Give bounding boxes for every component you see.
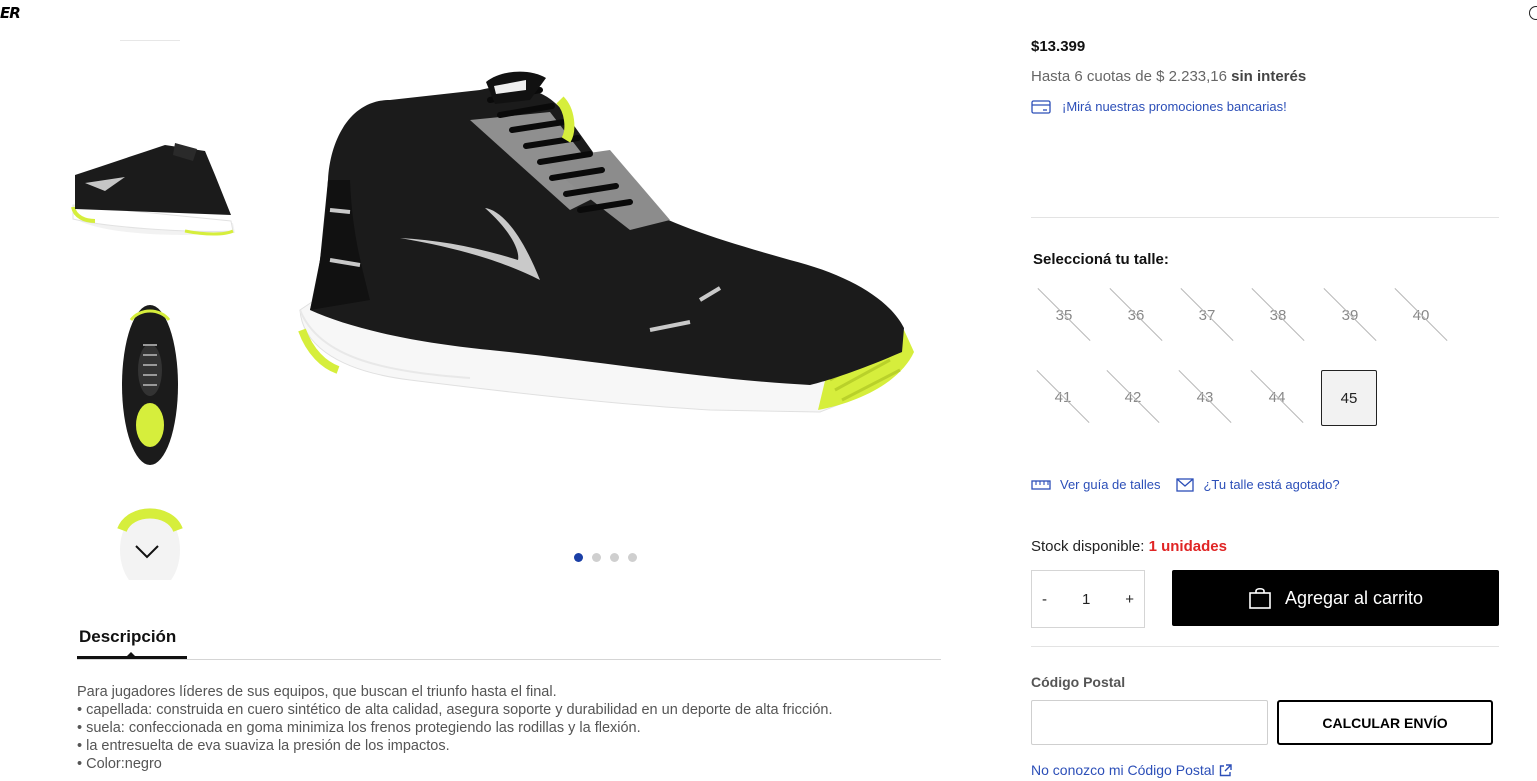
carousel-dots [574, 553, 637, 562]
thumb-side-view[interactable] [60, 130, 240, 250]
description-line: • capellada: construida en cuero sintéti… [77, 702, 833, 718]
divider [1031, 646, 1499, 647]
size-option-38[interactable]: 38 [1250, 287, 1306, 343]
size-option-35[interactable]: 35 [1036, 287, 1092, 343]
calculate-shipping-button[interactable]: CALCULAR ENVÍO [1277, 700, 1493, 745]
installments-text: Hasta 6 cuotas de $ 2.233,16 sin interés [1031, 68, 1306, 85]
add-to-cart-button[interactable]: Agregar al carrito [1172, 570, 1499, 626]
size-label: 45 [1340, 389, 1358, 407]
tab-divider [77, 659, 941, 660]
size-label: 36 [1127, 306, 1145, 324]
quantity-stepper: - 1 + [1031, 570, 1145, 628]
tab-description[interactable]: Descripción [79, 627, 176, 647]
size-option-36[interactable]: 36 [1108, 287, 1164, 343]
size-guide-label: Ver guía de talles [1060, 477, 1161, 492]
postal-code-input[interactable] [1031, 700, 1268, 745]
description-line: • la entresuelta de eva suaviza la presi… [77, 738, 450, 754]
size-help-links: Ver guía de talles ¿Tu talle está agotad… [1031, 477, 1340, 492]
size-label: 39 [1341, 306, 1359, 324]
description-line: Para jugadores líderes de sus equipos, q… [77, 684, 557, 700]
shoe-thumb-icon [120, 40, 180, 41]
installments-bold: sin interés [1231, 68, 1307, 85]
thumbs-next-chevron-icon[interactable] [132, 540, 162, 564]
bank-promos-label: ¡Mirá nuestras promociones bancarias! [1062, 99, 1287, 114]
size-label: 42 [1124, 388, 1142, 406]
size-title: Seleccioná tu talle: [1033, 251, 1169, 268]
shoe-side-thumb-icon [71, 143, 235, 236]
postal-code-label: Código Postal [1031, 674, 1126, 690]
credit-card-icon [1031, 99, 1051, 114]
size-label: 35 [1055, 306, 1073, 324]
size-option-44[interactable]: 44 [1249, 369, 1305, 425]
add-to-cart-label: Agregar al carrito [1284, 587, 1424, 608]
envelope-icon [1176, 477, 1195, 492]
size-option-41[interactable]: 41 [1035, 369, 1091, 425]
size-option-42[interactable]: 42 [1105, 369, 1161, 425]
size-label: 43 [1196, 388, 1214, 406]
stock-text: Stock disponible: 1 unidades [1031, 538, 1227, 555]
account-icon[interactable] [1529, 6, 1537, 20]
size-label: 38 [1269, 306, 1287, 324]
description-line: • Color:negro [77, 756, 162, 772]
qty-decrease-button[interactable]: - [1042, 591, 1047, 608]
description-body: Para jugadores líderes de sus equipos, q… [77, 683, 833, 773]
tab-caret-icon [126, 652, 136, 657]
thumbnail-list [60, 40, 240, 580]
qty-increase-button[interactable]: + [1125, 591, 1134, 608]
size-label: 44 [1268, 388, 1286, 406]
ruler-icon [1031, 479, 1051, 490]
size-option-39[interactable]: 39 [1322, 287, 1378, 343]
size-label: 37 [1198, 306, 1216, 324]
price: $13.399 [1031, 38, 1086, 55]
shoe-top-thumb-icon [122, 305, 178, 465]
brand-logo[interactable]: ER [0, 4, 21, 22]
unknown-postal-code-link[interactable]: No conozco mi Código Postal [1031, 762, 1232, 778]
size-option-43[interactable]: 43 [1177, 369, 1233, 425]
bank-promos-link[interactable]: ¡Mirá nuestras promociones bancarias! [1031, 99, 1287, 114]
out-of-stock-link[interactable]: ¿Tu talle está agotado? [1176, 477, 1340, 492]
divider [1031, 217, 1499, 218]
size-label: 41 [1054, 388, 1072, 406]
carousel-dot-3[interactable] [610, 553, 619, 562]
unknown-postal-code-label: No conozco mi Código Postal [1031, 762, 1215, 778]
size-option-45[interactable]: 45 [1321, 370, 1377, 426]
size-guide-link[interactable]: Ver guía de talles [1031, 477, 1160, 492]
out-of-stock-label: ¿Tu talle está agotado? [1203, 477, 1340, 492]
thumb-partial[interactable] [60, 40, 240, 70]
carousel-dot-1[interactable] [574, 553, 583, 562]
description-line: • suela: confeccionada en goma minimiza … [77, 720, 641, 736]
shopping-bag-icon [1249, 587, 1271, 609]
stock-value: 1 unidades [1148, 538, 1227, 555]
thumb-sole-view[interactable] [60, 495, 240, 580]
carousel-dot-2[interactable] [592, 553, 601, 562]
shoe-main-image-icon [298, 71, 914, 413]
size-option-40[interactable]: 40 [1393, 287, 1449, 343]
installments-prefix: Hasta 6 cuotas de $ 2.233,16 [1031, 68, 1232, 85]
size-option-37[interactable]: 37 [1179, 287, 1235, 343]
qty-value[interactable]: 1 [1082, 591, 1090, 608]
main-product-image[interactable] [290, 60, 930, 460]
external-link-icon [1219, 763, 1232, 776]
stock-label: Stock disponible: [1031, 538, 1149, 555]
carousel-dot-4[interactable] [628, 553, 637, 562]
thumb-top-view[interactable] [60, 295, 240, 475]
size-label: 40 [1412, 306, 1430, 324]
